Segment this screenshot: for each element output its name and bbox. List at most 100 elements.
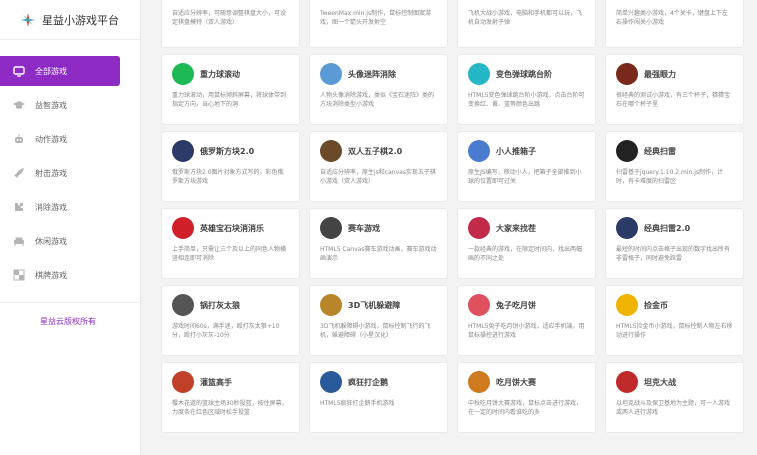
game-card-header: 经典扫雷2.0: [616, 217, 733, 239]
game-title[interactable]: 灌篮高手: [200, 377, 232, 388]
couch-icon: [13, 235, 25, 247]
game-title[interactable]: 重力球滚动: [200, 69, 240, 80]
sidebar-item-label: 动作游戏: [35, 134, 67, 144]
game-title[interactable]: 小人推箱子: [496, 146, 536, 157]
game-card[interactable]: 经典扫雷扫雷基于jquery.1.10.2.min.js制作，计时，有卡难度的扫…: [605, 131, 744, 202]
game-card[interactable]: 双人五子棋2.0 自适应分辨率，原生js和canvas实现五子棋小游戏（双人游戏）: [309, 131, 448, 202]
game-grid: 自适应分辨率，可随意调整棋盘大小，可设定棋盘模特（双人游戏） TweenMax.…: [161, 0, 744, 433]
game-title[interactable]: 大家来找茬: [496, 223, 536, 234]
game-desc: 人物头像消除游戏，类似《宝石迷阵》类的方块消除类型小游戏: [320, 92, 435, 108]
game-title[interactable]: 双人五子棋2.0: [348, 146, 402, 157]
game-card-header: 灌篮高手: [172, 371, 289, 393]
game-desc: 自适应分辨率，可随意调整棋盘大小，可设定棋盘模特（双人游戏）: [172, 10, 287, 26]
puzzle-icon: [13, 201, 25, 213]
game-desc: HTML5 Canvas赛车游戏动画，赛车游戏动画演示: [320, 246, 437, 262]
game-card[interactable]: 经典扫雷2.0 最短的时间内点击格子出现的数字找出所有非雷格子，同时避免踩雷: [605, 208, 744, 279]
game-title[interactable]: 捡金币: [644, 300, 668, 311]
game-title[interactable]: 兔子吃月饼: [496, 300, 536, 311]
game-title[interactable]: 吃月饼大赛: [496, 377, 536, 388]
game-desc: HTML5捡金币小游戏，鼠标控制人物左右移动进行操作: [616, 323, 733, 339]
game-card-header: 锅打灰太狼: [172, 294, 289, 316]
copyright-text: 星益云版权所有: [40, 317, 96, 326]
game-title[interactable]: 疯狂打企鹅: [348, 377, 388, 388]
game-card[interactable]: 重力球滚动 重力球滚动，用鼠标倾斜屏幕，将球体带到指定方向，当心地下的洞: [161, 54, 300, 125]
game-title[interactable]: 坦克大战: [644, 377, 676, 388]
game-card[interactable]: 吃月饼大赛中秋吃月饼大赛游戏，鼠标点击进行游戏，在一定的时间内看谁吃的多: [457, 362, 596, 433]
game-desc: 原生JS编写，移动小人，把箱子全部推到小球的位置即可过关: [468, 169, 582, 185]
game-card-header: 赛车游戏: [320, 217, 437, 239]
game-card[interactable]: 疯狂打企鹅 HTML5疯狂打企鹅手机游戏: [309, 362, 448, 433]
game-card[interactable]: 大家来找茬 一款经典的游戏，在限定时间内，找出两幅画的不同之处: [457, 208, 596, 279]
rocket-icon: [13, 167, 25, 179]
game-title[interactable]: 经典扫雷2.0: [644, 223, 690, 234]
game-card-header: 兔子吃月饼: [468, 294, 585, 316]
game-card-header: 吃月饼大赛: [468, 371, 585, 393]
sidebar: 星益小游戏平台 全部游戏 益智游戏 动作游戏 射击游戏 消除游戏 休闲游戏 棋牌…: [0, 0, 141, 455]
sidebar-item-match[interactable]: 消除游戏: [0, 192, 134, 222]
game-desc: 很经典的测试小游戏，有三个杯子，猜猜宝石在哪个杯子里: [616, 92, 731, 108]
game-card-header: 捡金币: [616, 294, 733, 316]
game-card[interactable]: 简单兴趣类小游戏，4个关卡，键盘上下左右操作闯关小游戏: [605, 0, 744, 48]
game-title[interactable]: 变色弹球跳台阶: [496, 69, 552, 80]
sidebar-item-shooting[interactable]: 射击游戏: [0, 158, 134, 188]
game-desc: TweenMax.min.js制作，鼠标控制图案游戏，图一个箭头开发射空: [320, 10, 432, 26]
game-desc: 最短的时间内点击格子出现的数字找出所有非雷格子，同时避免踩雷: [616, 246, 731, 262]
graduation-cap-icon: [13, 99, 25, 111]
rabbit-icon: [468, 294, 490, 316]
plane-icon: [320, 294, 342, 316]
ball-icon: [172, 63, 194, 85]
wolf-icon: [172, 294, 194, 316]
brand[interactable]: 星益小游戏平台: [20, 8, 119, 32]
game-card-header: 英雄宝石块消消乐: [172, 217, 289, 239]
game-desc: 以坦克战斗及保卫基地为主题，可一人游戏或两人进行游戏: [616, 400, 731, 416]
game-title[interactable]: 头像迷阵消除: [348, 69, 396, 80]
game-card[interactable]: 锅打灰太狼 游戏时间60s，满手迷，殴打灰太狼+10分，殴打小灰灰-10分: [161, 285, 300, 356]
game-title[interactable]: 英雄宝石块消消乐: [200, 223, 264, 234]
divider: [0, 39, 140, 40]
game-title[interactable]: 赛车游戏: [348, 223, 380, 234]
sidebar-item-all[interactable]: 全部游戏: [0, 56, 120, 86]
box-icon: [468, 140, 490, 162]
game-card[interactable]: 最强眼力很经典的测试小游戏，有三个杯子，猜猜宝石在哪个杯子里: [605, 54, 744, 125]
game-card[interactable]: 飞机大战小游戏，电脑和手机都可以玩，飞机自动发射子弹: [457, 0, 596, 48]
sidebar-item-action[interactable]: 动作游戏: [0, 124, 134, 154]
game-card[interactable]: 兔子吃月饼 HTML5兔子吃月饼小游戏，适应手机端，用鼠标操控进行游戏: [457, 285, 596, 356]
game-card-header: 最强眼力: [616, 63, 733, 85]
game-card[interactable]: 自适应分辨率，可随意调整棋盘大小，可设定棋盘模特（双人游戏）: [161, 0, 300, 48]
game-card-header: 经典扫雷: [616, 140, 733, 162]
sidebar-item-label: 益智游戏: [35, 100, 67, 110]
game-desc: 3D飞机躲障碍小游戏，鼠标控制飞行的飞机，躲避障碍（小星汉化）: [320, 323, 431, 339]
game-card[interactable]: 捡金币 HTML5捡金币小游戏，鼠标控制人物左右移动进行操作: [605, 285, 744, 356]
sidebar-item-casual[interactable]: 休闲游戏: [0, 226, 134, 256]
sidebar-nav: 全部游戏 益智游戏 动作游戏 射击游戏 消除游戏 休闲游戏 棋牌游戏: [0, 56, 140, 294]
game-card[interactable]: 俄罗斯方块2.0 俄罗斯方块2.0图片对象方式写的，彩色俄罗斯方块游戏: [161, 131, 300, 202]
sidebar-item-label: 棋牌游戏: [35, 270, 67, 280]
game-desc: 飞机大战小游戏，电脑和手机都可以玩，飞机自动发射子弹: [468, 10, 583, 26]
basketball-icon: [172, 371, 194, 393]
sidebar-item-puzzle[interactable]: 益智游戏: [0, 90, 134, 120]
game-card[interactable]: 3D飞机躲避障 3D飞机躲障碍小游戏，鼠标控制飞行的飞机，躲避障碍（小星汉化）: [309, 285, 448, 356]
game-card-header: 疯狂打企鹅: [320, 371, 437, 393]
game-card[interactable]: TweenMax.min.js制作，鼠标控制图案游戏，图一个箭头开发射空: [309, 0, 448, 48]
game-title[interactable]: 俄罗斯方块2.0: [200, 146, 254, 157]
game-desc: 中秋吃月饼大赛游戏，鼠标点击进行游戏，在一定的时间内看谁吃的多: [468, 400, 583, 416]
gobang-icon: [320, 140, 342, 162]
game-card[interactable]: 赛车游戏 HTML5 Canvas赛车游戏动画，赛车游戏动画演示: [309, 208, 448, 279]
game-card[interactable]: 变色弹球跳台阶 HTML5变色弹球跳台阶小游戏，点击台阶可变换红、黄、蓝等颜色出跳: [457, 54, 596, 125]
game-card[interactable]: 英雄宝石块消消乐上手简单，只需让三个及以上的同色人物横竖相连即可消除: [161, 208, 300, 279]
game-card[interactable]: 头像迷阵消除人物头像消除游戏，类似《宝石迷阵》类的方块消除类型小游戏: [309, 54, 448, 125]
game-card[interactable]: 灌篮高手 樱木花道的篮球主场30秒投篮，按住屏幕，力度条在红色区域时松手投篮: [161, 362, 300, 433]
game-title[interactable]: 最强眼力: [644, 69, 676, 80]
game-desc: HTML5变色弹球跳台阶小游戏，点击台阶可变换红、黄、蓝等颜色出跳: [468, 92, 585, 108]
face-icon: [468, 217, 490, 239]
game-card-header: 变色弹球跳台阶: [468, 63, 585, 85]
sidebar-item-board[interactable]: 棋牌游戏: [0, 260, 134, 290]
game-desc: 上手简单，只需让三个及以上的同色人物横竖相连即可消除: [172, 246, 287, 262]
brand-logo-icon: [20, 12, 36, 28]
game-card[interactable]: 坦克大战以坦克战斗及保卫基地为主题，可一人游戏或两人进行游戏: [605, 362, 744, 433]
game-title[interactable]: 经典扫雷: [644, 146, 676, 157]
game-title[interactable]: 锅打灰太狼: [200, 300, 240, 311]
game-card[interactable]: 小人推箱子原生JS编写，移动小人，把箱子全部推到小球的位置即可过关: [457, 131, 596, 202]
game-desc: 扫雷基于jquery.1.10.2.min.js制作，计时，有卡难度的扫雷区: [616, 169, 724, 185]
game-title[interactable]: 3D飞机躲避障: [348, 300, 400, 311]
